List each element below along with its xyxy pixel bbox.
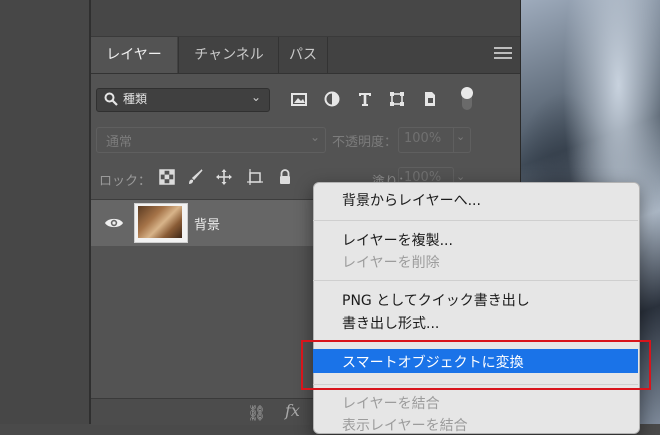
opacity-value: 100% xyxy=(404,131,442,146)
image-filter-icon[interactable] xyxy=(289,89,309,109)
menu-item-merge-layers: レイヤーを結合 xyxy=(342,396,440,412)
panel-menu-icon[interactable] xyxy=(494,47,512,61)
chevron-down-icon: ⌄ xyxy=(456,130,466,143)
menu-item-duplicate-layer[interactable]: レイヤーを複製... xyxy=(342,230,453,250)
menu-separator xyxy=(313,220,638,221)
shape-filter-icon[interactable] xyxy=(387,89,407,109)
lock-all-icon[interactable] xyxy=(276,168,294,186)
tab-layers[interactable]: レイヤー xyxy=(91,37,177,73)
panel-top-bar xyxy=(91,0,521,37)
lock-position-icon[interactable] xyxy=(215,168,233,186)
opacity-label: 不透明度： xyxy=(332,135,398,150)
blend-mode-label: 通常 xyxy=(106,135,133,150)
menu-item-quick-export-png[interactable]: PNG としてクイック書き出し xyxy=(342,290,530,310)
chevron-down-icon: ⌄ xyxy=(310,130,321,144)
link-icon[interactable]: ⛓ xyxy=(247,404,266,422)
smart-object-filter-icon[interactable] xyxy=(420,89,440,109)
menu-item-delete-layer: レイヤーを削除 xyxy=(342,255,440,271)
menu-item-merge-visible: 表示レイヤーを結合 xyxy=(342,418,468,434)
search-icon xyxy=(104,92,118,106)
layer-thumbnail-image xyxy=(138,206,182,238)
layer-name[interactable]: 背景 xyxy=(194,214,220,233)
tab-paths[interactable]: パス xyxy=(278,37,328,73)
menu-separator xyxy=(313,280,638,281)
lock-paint-icon[interactable] xyxy=(186,168,204,186)
fx-icon[interactable]: fx xyxy=(285,401,300,420)
adjustment-filter-icon[interactable] xyxy=(322,89,342,109)
left-empty-column xyxy=(0,0,90,424)
lock-artboard-icon[interactable] xyxy=(246,168,264,186)
annotation-highlight-box xyxy=(301,340,651,390)
menu-item-export-as[interactable]: 書き出し形式... xyxy=(342,313,439,333)
filter-toggle-knob[interactable] xyxy=(461,87,473,99)
eye-icon[interactable] xyxy=(104,216,124,230)
lock-transparent-icon[interactable] xyxy=(158,168,176,186)
tab-channels[interactable]: チャンネル xyxy=(178,37,279,73)
menu-item-background-to-layer[interactable]: 背景からレイヤーへ... xyxy=(342,190,481,210)
chevron-down-icon: ⌄ xyxy=(251,90,262,104)
type-filter-icon[interactable] xyxy=(355,89,375,109)
lock-label: ロック： xyxy=(99,174,152,189)
filter-kind-label: 種類 xyxy=(123,92,148,106)
